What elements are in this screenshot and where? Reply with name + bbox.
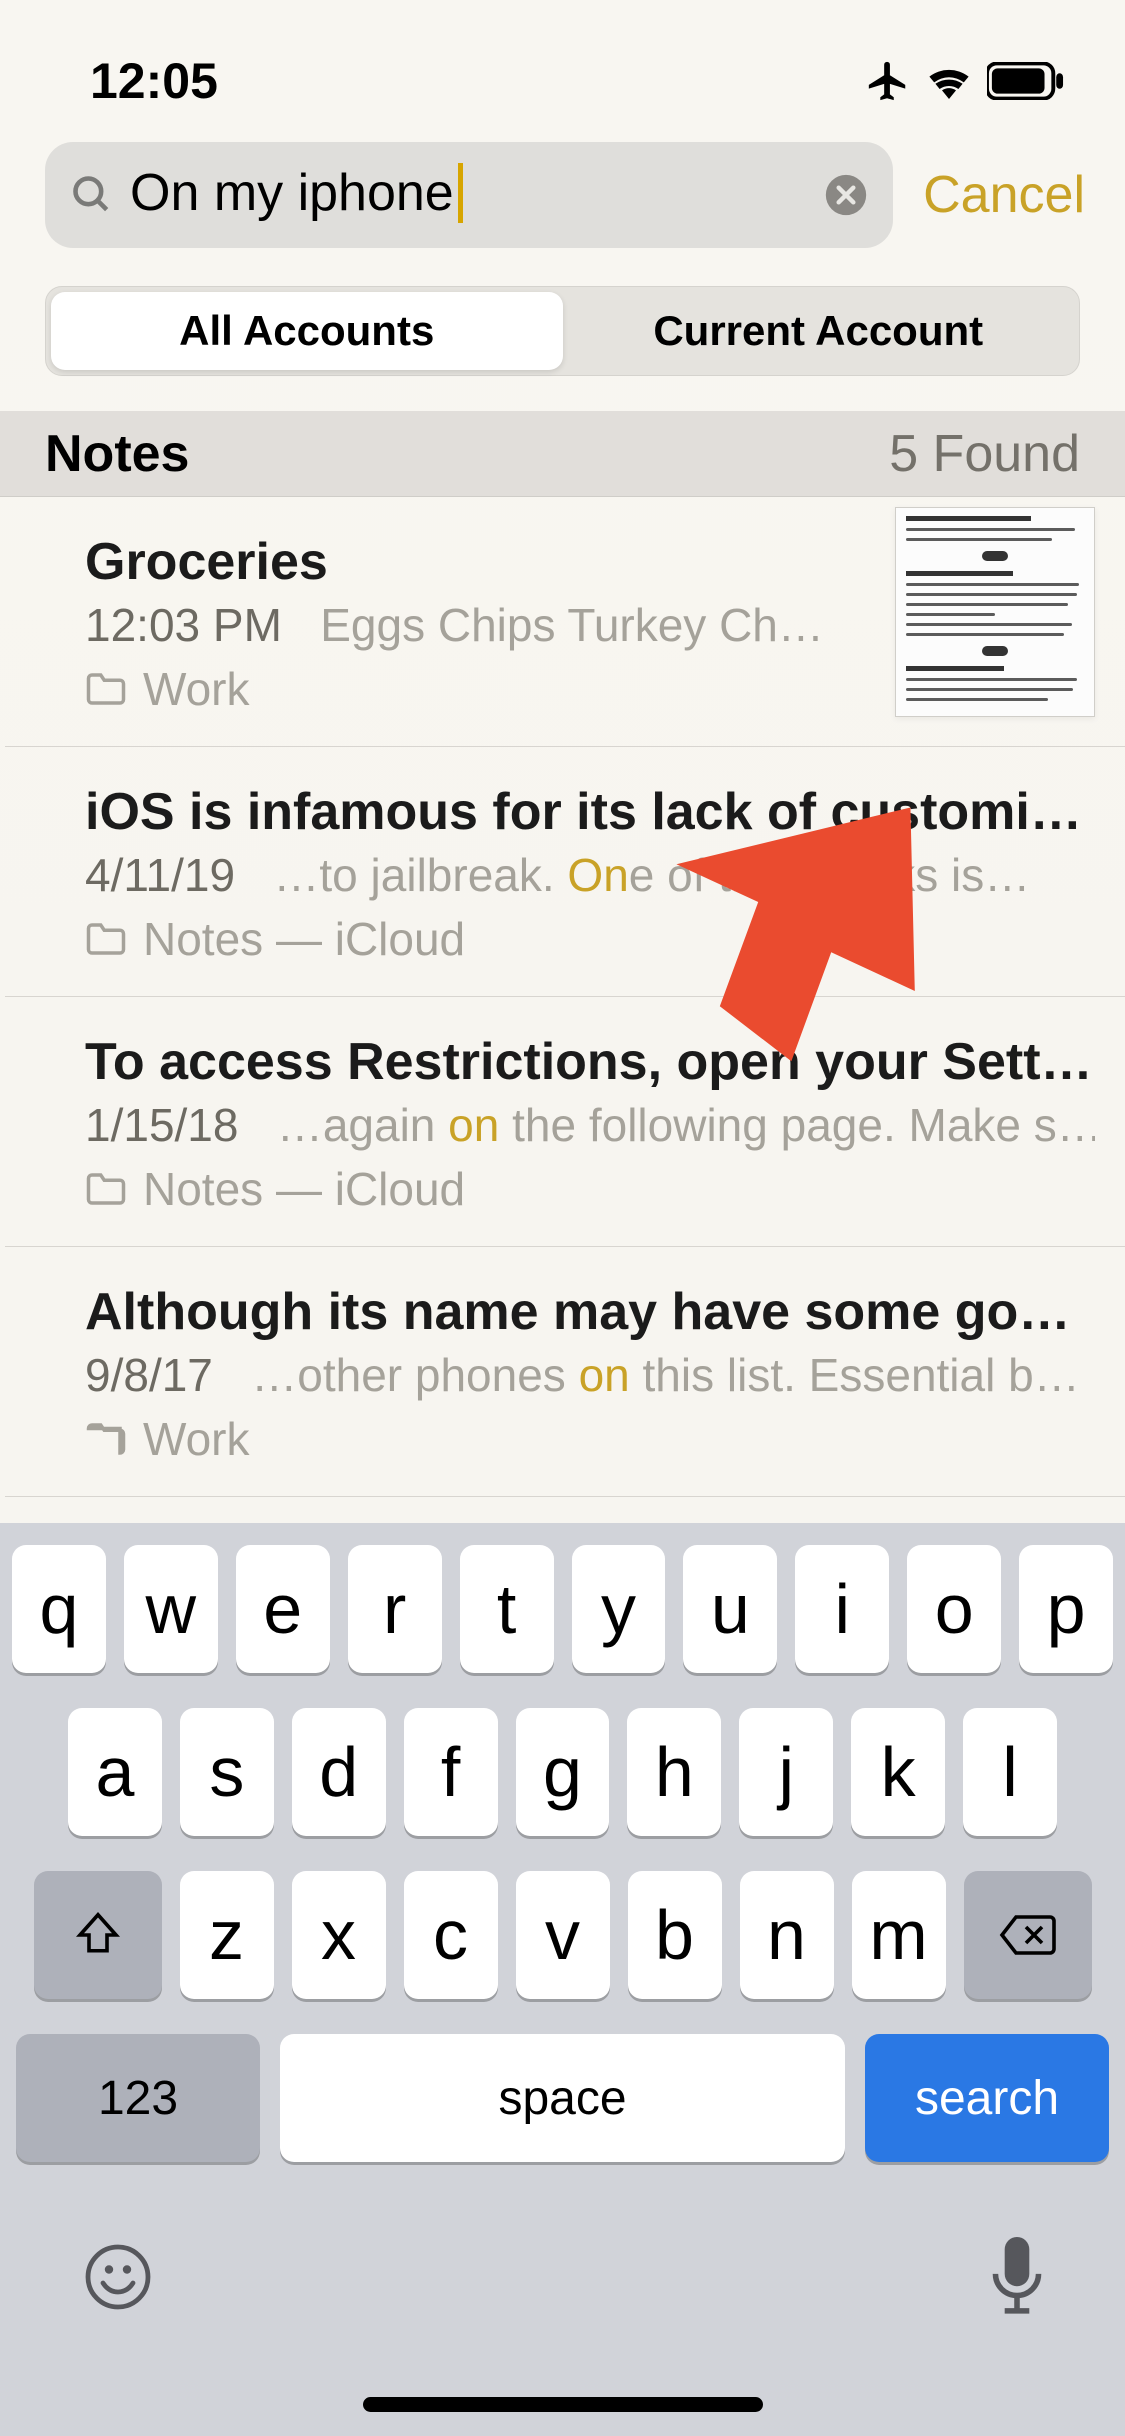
emoji-icon[interactable] <box>82 2241 154 2313</box>
segment-all-accounts[interactable]: All Accounts <box>51 292 563 370</box>
scope-segmented-wrap: All Accounts Current Account <box>0 268 1125 411</box>
note-title: iOS is infamous for its lack of customiz… <box>85 782 1095 842</box>
section-title: Notes <box>45 424 189 484</box>
note-title: Groceries <box>85 532 875 592</box>
wifi-icon <box>925 62 973 100</box>
key-t[interactable]: t <box>460 1545 554 1673</box>
key-q[interactable]: q <box>12 1545 106 1673</box>
key-v[interactable]: v <box>516 1871 610 1999</box>
key-w[interactable]: w <box>124 1545 218 1673</box>
note-folder: Work <box>85 1412 1095 1466</box>
search-icon <box>70 173 114 217</box>
scope-segmented[interactable]: All Accounts Current Account <box>45 286 1080 376</box>
key-z[interactable]: z <box>180 1871 274 1999</box>
key-numbers[interactable]: 123 <box>16 2034 260 2162</box>
key-search[interactable]: search <box>865 2034 1109 2162</box>
note-folder: Notes — iCloud <box>85 912 1095 966</box>
note-subtitle: 4/11/19 …to jailbreak. One of the tweaks… <box>85 848 1095 902</box>
search-row: On my iphone Cancel <box>0 132 1125 268</box>
key-space[interactable]: space <box>280 2034 845 2162</box>
key-j[interactable]: j <box>739 1708 833 1836</box>
key-backspace[interactable] <box>964 1871 1092 1999</box>
key-d[interactable]: d <box>292 1708 386 1836</box>
key-u[interactable]: u <box>683 1545 777 1673</box>
keyboard-footer <box>12 2197 1113 2317</box>
note-folder: Work <box>85 662 875 716</box>
note-title: To access Restrictions, open your Setti… <box>85 1032 1095 1092</box>
home-indicator[interactable] <box>363 2397 763 2412</box>
note-subtitle: 1/15/18 …again on the following page. Ma… <box>85 1098 1095 1152</box>
note-row[interactable]: To access Restrictions, open your Setti…… <box>5 997 1125 1247</box>
airplane-mode-icon <box>865 58 911 104</box>
battery-icon <box>987 62 1065 100</box>
backspace-icon <box>998 1912 1058 1958</box>
keyboard[interactable]: q w e r t y u i o p a s d f g h j k l z … <box>0 1523 1125 2436</box>
folder-icon <box>85 1171 127 1207</box>
note-folder: Notes — iCloud <box>85 1162 1095 1216</box>
clear-icon[interactable] <box>824 173 868 217</box>
keyboard-row-1: q w e r t y u i o p <box>12 1545 1113 1673</box>
folder-icon <box>85 921 127 957</box>
key-c[interactable]: c <box>404 1871 498 1999</box>
key-l[interactable]: l <box>963 1708 1057 1836</box>
key-r[interactable]: r <box>348 1545 442 1673</box>
folder-icon <box>85 671 127 707</box>
keyboard-row-3: z x c v b n m <box>12 1871 1113 1999</box>
keyboard-row-4: 123 space search <box>12 2034 1113 2162</box>
key-g[interactable]: g <box>516 1708 610 1836</box>
text-cursor <box>458 163 463 223</box>
note-subtitle: 9/8/17 …other phones on this list. Essen… <box>85 1348 1095 1402</box>
key-o[interactable]: o <box>907 1545 1001 1673</box>
key-f[interactable]: f <box>404 1708 498 1836</box>
key-a[interactable]: a <box>68 1708 162 1836</box>
key-m[interactable]: m <box>852 1871 946 1999</box>
segment-current-account[interactable]: Current Account <box>563 292 1075 370</box>
shift-icon <box>71 1908 125 1962</box>
key-s[interactable]: s <box>180 1708 274 1836</box>
key-y[interactable]: y <box>572 1545 666 1673</box>
search-input[interactable]: On my iphone <box>130 163 808 226</box>
key-x[interactable]: x <box>292 1871 386 1999</box>
key-k[interactable]: k <box>851 1708 945 1836</box>
notes-list: Groceries 12:03 PM Eggs Chips Turkey Ch…… <box>0 497 1125 1497</box>
status-bar: 12:05 <box>0 0 1125 132</box>
cancel-button[interactable]: Cancel <box>923 165 1085 225</box>
note-title: Although its name may have some goof… <box>85 1282 1095 1342</box>
key-h[interactable]: h <box>627 1708 721 1836</box>
key-p[interactable]: p <box>1019 1545 1113 1673</box>
section-header-notes: Notes 5 Found <box>0 411 1125 497</box>
key-i[interactable]: i <box>795 1545 889 1673</box>
folder-icon <box>85 1421 127 1457</box>
note-row[interactable]: iOS is infamous for its lack of customiz… <box>5 747 1125 997</box>
microphone-icon[interactable] <box>991 2237 1043 2317</box>
key-e[interactable]: e <box>236 1545 330 1673</box>
search-field[interactable]: On my iphone <box>45 142 893 248</box>
note-thumbnail <box>895 507 1095 717</box>
key-shift[interactable] <box>34 1871 162 1999</box>
note-subtitle: 12:03 PM Eggs Chips Turkey Ch… <box>85 598 875 652</box>
section-count: 5 Found <box>889 424 1080 484</box>
note-row[interactable]: Although its name may have some goof… 9/… <box>5 1247 1125 1497</box>
key-b[interactable]: b <box>628 1871 722 1999</box>
key-n[interactable]: n <box>740 1871 834 1999</box>
status-time: 12:05 <box>90 52 218 110</box>
keyboard-row-2: a s d f g h j k l <box>12 1708 1113 1836</box>
status-icons <box>865 58 1065 104</box>
note-row[interactable]: Groceries 12:03 PM Eggs Chips Turkey Ch…… <box>5 497 1125 747</box>
